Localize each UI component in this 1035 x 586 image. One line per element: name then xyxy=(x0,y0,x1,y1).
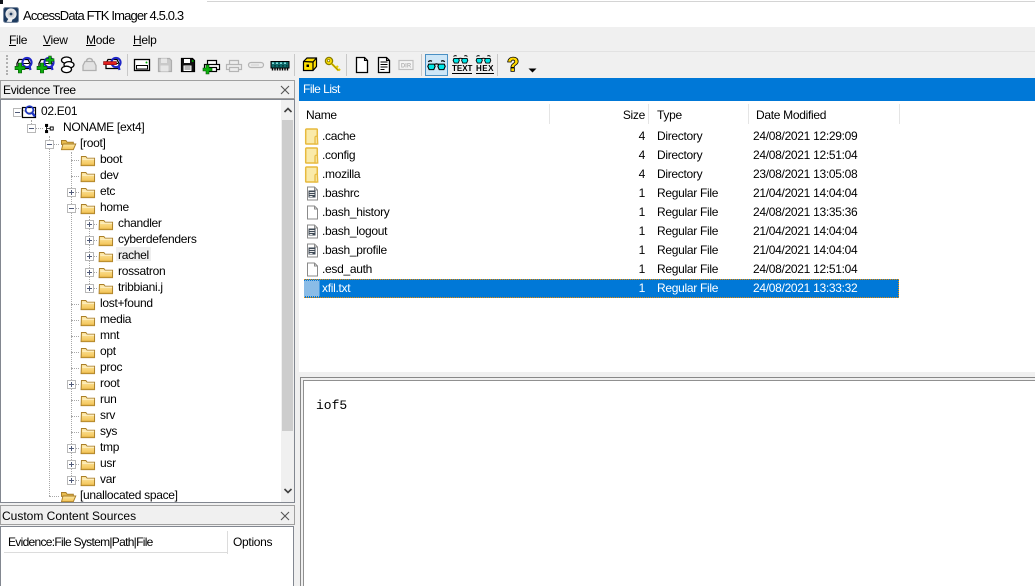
svg-text:DIR: DIR xyxy=(401,64,412,70)
svg-text:?: ? xyxy=(507,55,519,76)
